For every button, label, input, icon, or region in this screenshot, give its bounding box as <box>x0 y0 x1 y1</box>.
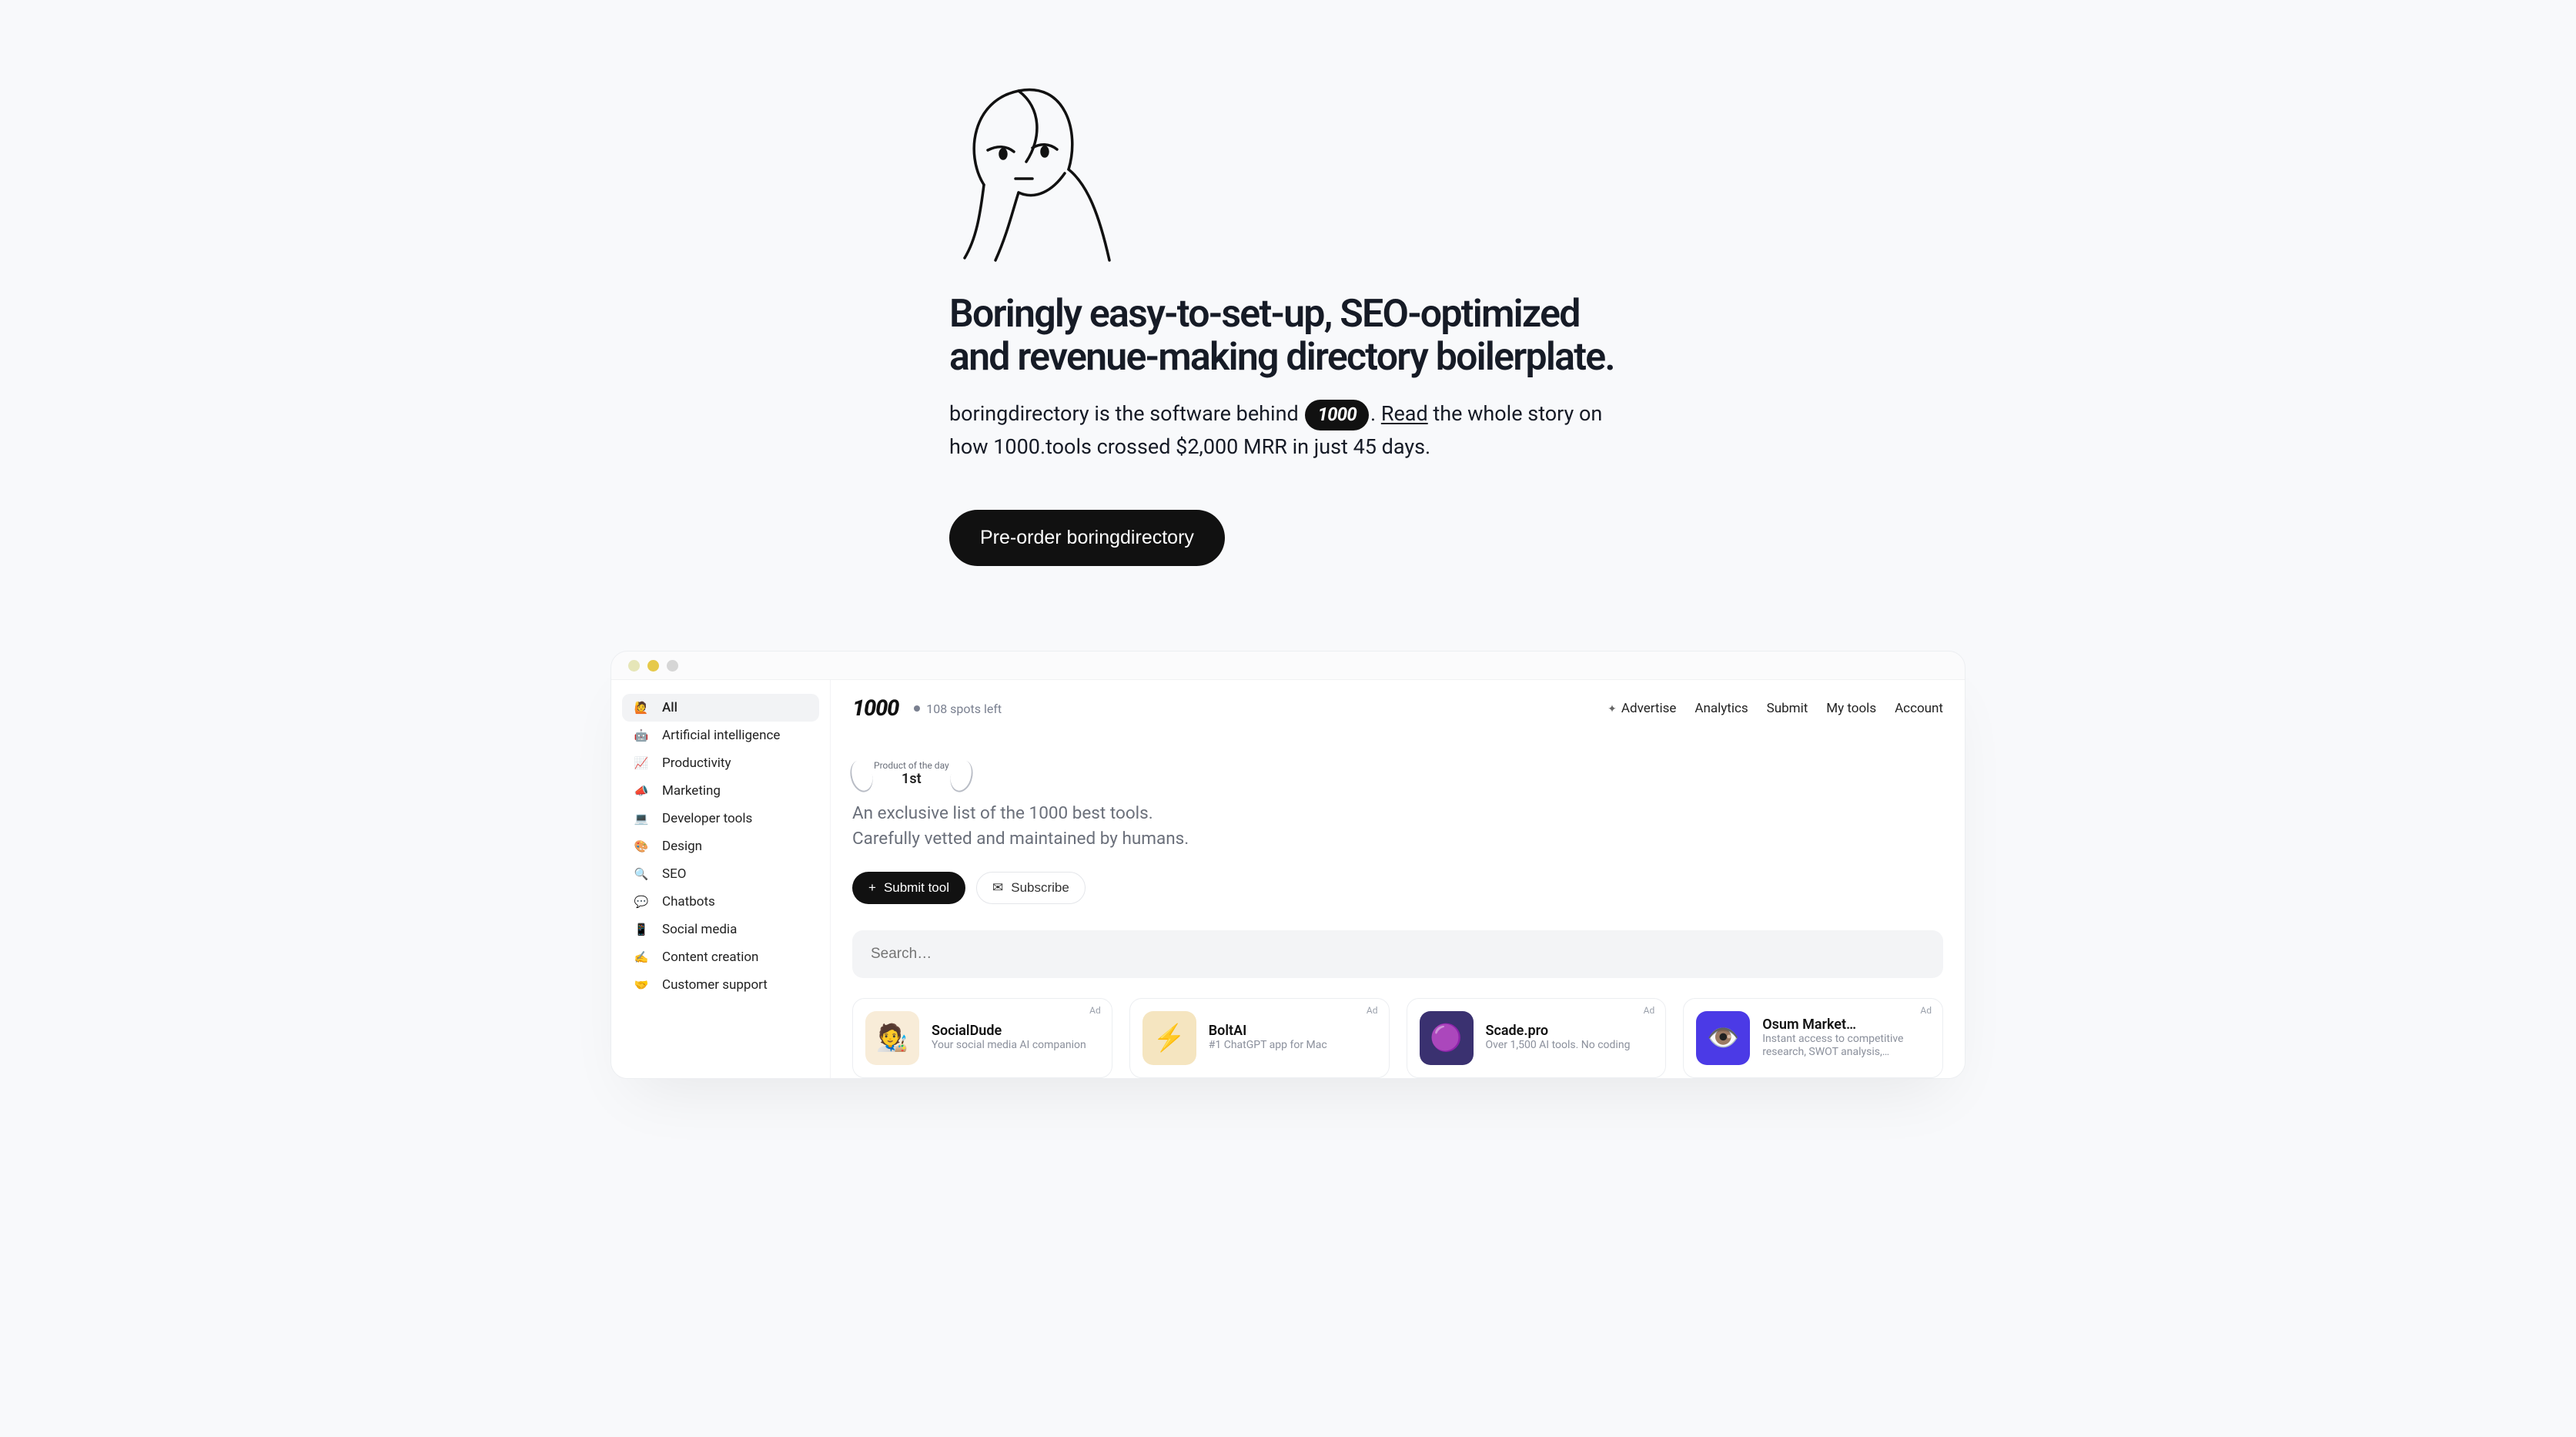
sidebar-item-icon: 🤖 <box>633 729 650 742</box>
submit-tool-button[interactable]: + Submit tool <box>852 872 965 904</box>
sidebar-item-marketing[interactable]: 📣 Marketing <box>622 777 819 805</box>
tool-title: SocialDude <box>932 1023 1086 1039</box>
sidebar-item-content-creation[interactable]: ✍️ Content creation <box>622 943 819 971</box>
ad-badge: Ad <box>1644 1005 1655 1016</box>
preorder-button[interactable]: Pre-order boringdirectory <box>949 510 1225 566</box>
spots-left: 108 spots left <box>914 702 1002 716</box>
sidebar-item-productivity[interactable]: 📈 Productivity <box>622 749 819 777</box>
mail-icon: ✉ <box>992 880 1003 896</box>
page-headline: Boringly easy-to-set-up, SEO-optimized a… <box>949 293 1627 379</box>
sidebar-item-label: Artificial intelligence <box>662 728 780 743</box>
tool-desc: #1 ChatGPT app for Mac <box>1209 1039 1327 1053</box>
tool-card[interactable]: Ad ⚡ BoltAI#1 ChatGPT app for Mac <box>1129 998 1390 1078</box>
sidebar-item-developer-tools[interactable]: 💻 Developer tools <box>622 805 819 832</box>
tool-card[interactable]: Ad 👁️ Osum Market…Instant access to compet… <box>1683 998 1943 1078</box>
nav-submit[interactable]: Submit <box>1767 701 1808 716</box>
sidebar: 🙋 All 🤖 Artificial intelligence 📈 Productivit… <box>611 680 831 1077</box>
app-tagline: An exclusive list of the 1000 best tools… <box>852 801 1943 851</box>
product-of-day-badge: Product of the day 1st <box>852 760 971 787</box>
sidebar-item-label: All <box>662 700 677 715</box>
sidebar-item-icon: 🎨 <box>633 839 650 853</box>
brand-pill: 1000 <box>1305 400 1369 430</box>
tool-card[interactable]: Ad 🟣 Scade.proOver 1,500 AI tools. No codi… <box>1407 998 1667 1078</box>
tool-title: BoltAI <box>1209 1023 1327 1039</box>
sidebar-item-label: Chatbots <box>662 894 715 909</box>
tool-desc: Over 1,500 AI tools. No coding <box>1486 1039 1631 1053</box>
sidebar-item-icon: 📣 <box>633 784 650 798</box>
ad-badge: Ad <box>1367 1005 1378 1016</box>
sidebar-item-icon: 📱 <box>633 923 650 936</box>
tool-card[interactable]: Ad 🧑‍🎨 SocialDudeYour social media AI comp… <box>852 998 1112 1078</box>
tool-desc: Instant access to competitive research, … <box>1762 1033 1930 1060</box>
sidebar-item-icon: ✍️ <box>633 950 650 964</box>
product-screenshot-frame: 🙋 All 🤖 Artificial intelligence 📈 Productivit… <box>611 651 1965 1078</box>
nav-my-tools[interactable]: My tools <box>1826 701 1876 716</box>
sidebar-item-icon: 🙋 <box>633 701 650 715</box>
tool-title: Osum Market… <box>1762 1017 1930 1033</box>
sidebar-item-icon: 📈 <box>633 756 650 770</box>
sidebar-item-customer-support[interactable]: 🤝 Customer support <box>622 971 819 999</box>
bored-face-illustration <box>942 77 1627 262</box>
subscribe-button[interactable]: ✉ Subscribe <box>976 872 1086 904</box>
sidebar-item-icon: 💬 <box>633 895 650 909</box>
tool-thumb: ⚡ <box>1142 1011 1196 1065</box>
plus-icon: + <box>868 880 876 896</box>
tool-thumb: 🧑‍🎨 <box>865 1011 919 1065</box>
nav-advertise[interactable]: Advertise <box>1607 701 1676 716</box>
top-nav: Advertise Analytics Submit My tools Acco… <box>1607 701 1943 716</box>
page-subheadline: boringdirectory is the software behind 1… <box>949 397 1619 464</box>
tool-desc: Your social media AI companion <box>932 1039 1086 1053</box>
sidebar-item-label: Social media <box>662 922 737 937</box>
sidebar-item-label: Marketing <box>662 783 721 799</box>
sidebar-item-chatbots[interactable]: 💬 Chatbots <box>622 888 819 916</box>
ad-badge: Ad <box>1920 1005 1932 1016</box>
sidebar-item-label: Content creation <box>662 950 758 965</box>
sidebar-item-icon: 💻 <box>633 812 650 826</box>
sidebar-item-design[interactable]: 🎨 Design <box>622 832 819 860</box>
app-logo: 1000 <box>852 695 898 722</box>
sidebar-item-seo[interactable]: 🔍 SEO <box>622 860 819 888</box>
window-traffic-lights <box>611 652 1965 679</box>
tool-thumb: 🟣 <box>1420 1011 1474 1065</box>
nav-account[interactable]: Account <box>1895 701 1943 716</box>
sidebar-item-artificial-intelligence[interactable]: 🤖 Artificial intelligence <box>622 722 819 749</box>
sidebar-item-social-media[interactable]: 📱 Social media <box>622 916 819 943</box>
sidebar-item-label: Developer tools <box>662 811 752 826</box>
sidebar-item-icon: 🤝 <box>633 978 650 992</box>
sidebar-item-icon: 🔍 <box>633 867 650 881</box>
tool-title: Scade.pro <box>1486 1023 1631 1039</box>
sidebar-item-label: SEO <box>662 866 686 882</box>
sidebar-item-all[interactable]: 🙋 All <box>622 694 819 722</box>
sidebar-item-label: Design <box>662 839 702 854</box>
sidebar-item-label: Productivity <box>662 755 731 771</box>
nav-analytics[interactable]: Analytics <box>1694 701 1748 716</box>
read-link[interactable]: Read <box>1381 401 1428 426</box>
ad-badge: Ad <box>1089 1005 1101 1016</box>
search-input[interactable] <box>852 930 1943 978</box>
sidebar-item-label: Customer support <box>662 977 768 993</box>
tool-thumb: 👁️ <box>1696 1011 1750 1065</box>
